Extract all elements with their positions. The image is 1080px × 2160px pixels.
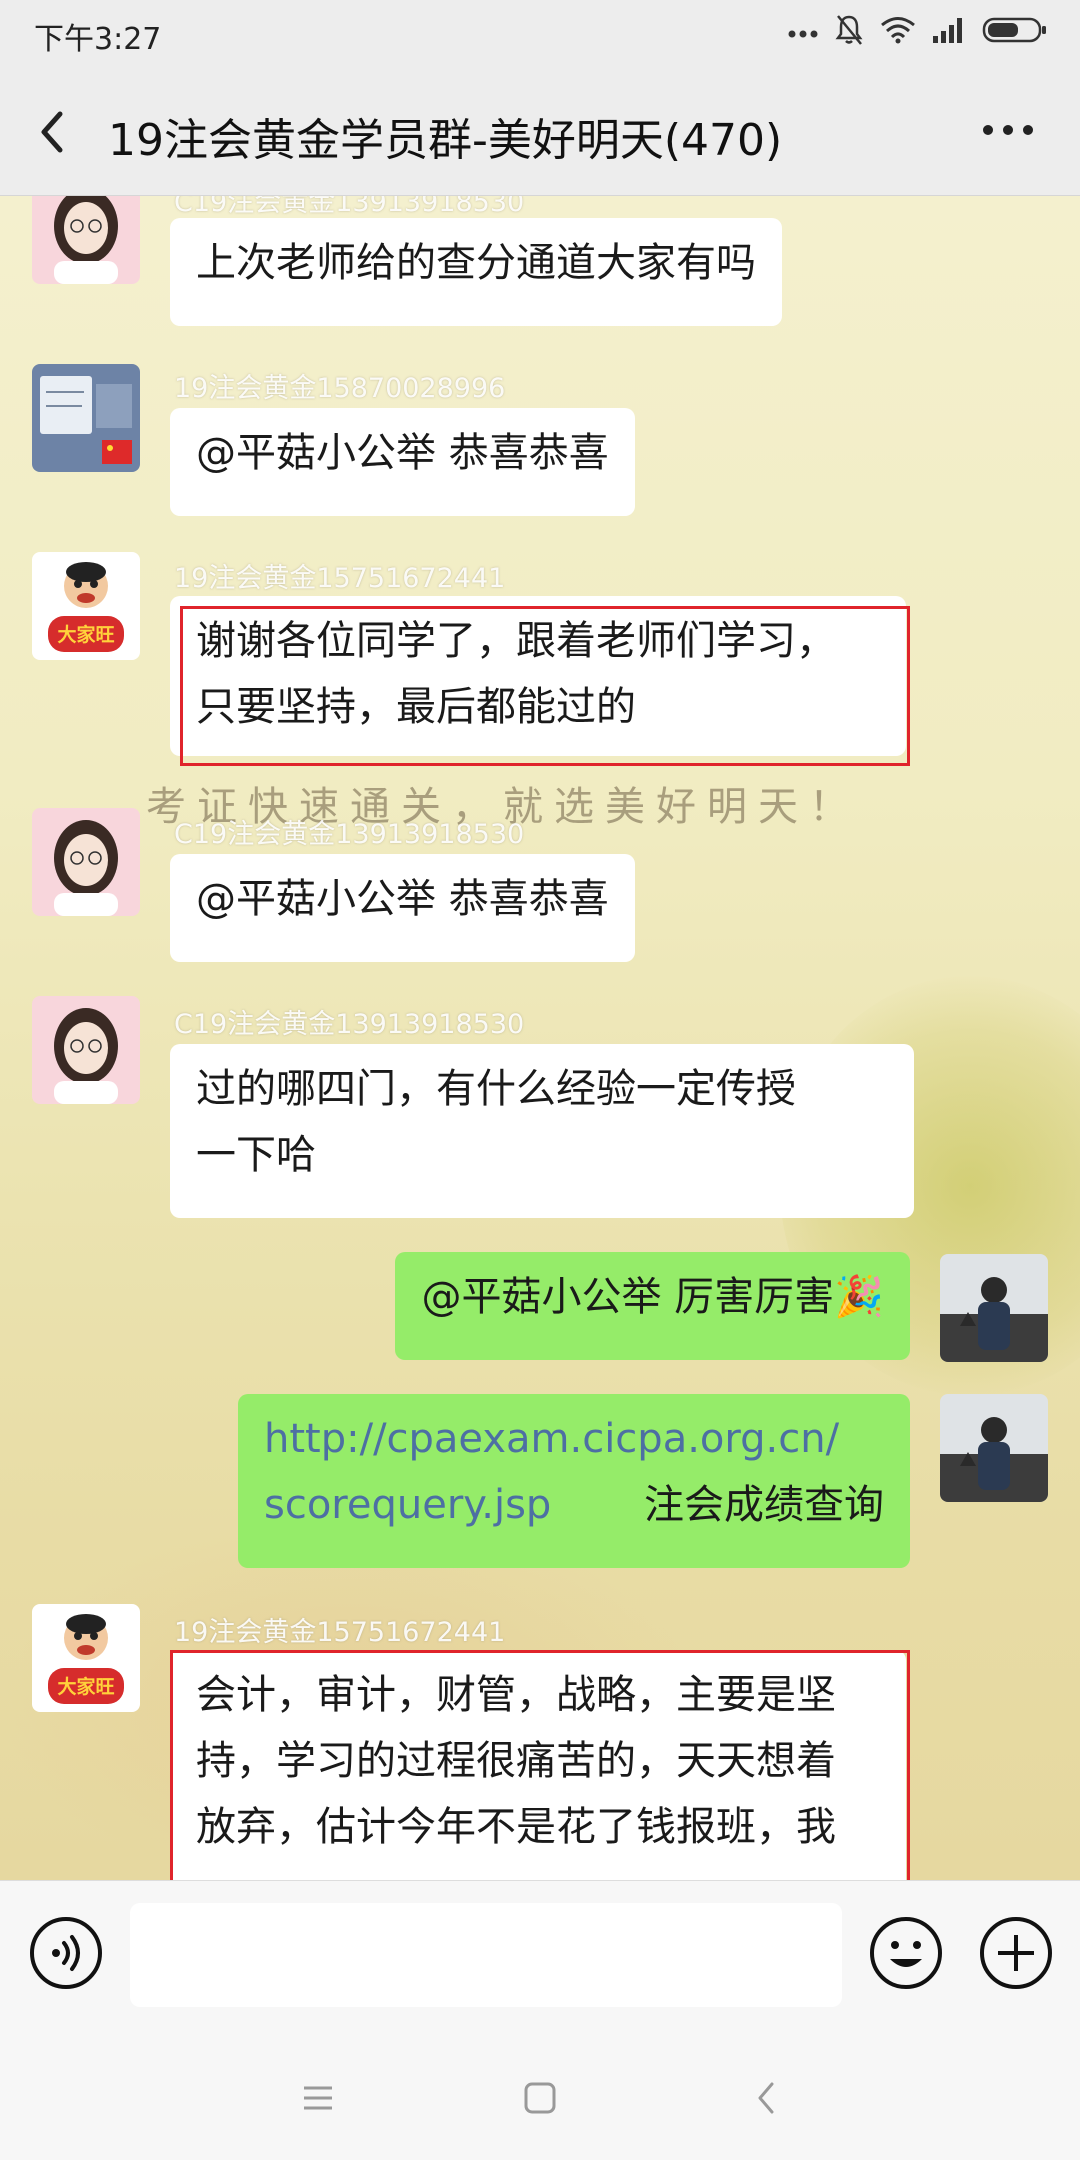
status-bar: 下午3:27 xyxy=(0,0,1080,66)
back-icon[interactable] xyxy=(744,2074,792,2122)
mute-bell-icon xyxy=(834,14,864,50)
svg-text:大家旺: 大家旺 xyxy=(57,623,114,646)
avatar-calendar[interactable] xyxy=(32,364,140,472)
chat-header: 19注会黄金学员群-美好明天(470) xyxy=(0,66,1080,196)
message-bubble[interactable]: @平菇小公举 恭喜恭喜 xyxy=(170,854,635,962)
link-url-line[interactable]: scorequery.jsp xyxy=(264,1472,551,1538)
link-url-line[interactable]: http://cpaexam.cicpa.org.cn/ xyxy=(264,1406,884,1472)
message-sender: C19注会黄金13913918530 xyxy=(174,1009,525,1040)
message-sender: 19注会黄金15870028996 xyxy=(174,373,506,404)
avatar-me[interactable] xyxy=(940,1394,1048,1502)
message-text-line: 过的哪四门，有什么经验一定传授 xyxy=(196,1066,796,1112)
message-input[interactable] xyxy=(130,1903,842,2007)
avatar-dajiawang[interactable]: 大家旺 xyxy=(32,1604,140,1712)
message-bubble[interactable]: 上次老师给的查分通道大家有吗 xyxy=(170,218,782,326)
message-sender: C19注会黄金13913918530 xyxy=(174,819,525,850)
wifi-icon xyxy=(880,16,916,48)
message-text-line: 上次老师给的查分通道大家有吗 xyxy=(196,240,756,286)
input-bar xyxy=(0,1880,1080,2030)
avatar-girl[interactable] xyxy=(32,808,140,916)
more-dots-icon xyxy=(788,23,818,42)
message-text-line: @平菇小公举 恭喜恭喜 xyxy=(196,430,609,476)
emoji-icon[interactable] xyxy=(868,1915,944,1991)
message-text-line: 一下哈 xyxy=(196,1132,316,1178)
plus-icon[interactable] xyxy=(978,1915,1054,1991)
status-icons xyxy=(788,14,1048,50)
message-sender: 19注会黄金15751672441 xyxy=(174,563,506,594)
home-icon[interactable] xyxy=(516,2074,564,2122)
message-sender: 19注会黄金15751672441 xyxy=(174,1617,506,1648)
signal-icon xyxy=(932,16,966,48)
status-time: 下午3:27 xyxy=(34,22,162,57)
avatar-girl[interactable] xyxy=(32,196,140,284)
message-text-line: @平菇小公举 恭喜恭喜 xyxy=(196,876,609,922)
system-nav-bar xyxy=(0,2030,1080,2160)
message-bubble-link[interactable]: http://cpaexam.cicpa.org.cn/ scorequery.… xyxy=(238,1394,910,1568)
avatar-me[interactable] xyxy=(940,1254,1048,1362)
message-text-line: @平菇小公举 厉害厉害🎉 xyxy=(421,1274,884,1320)
highlight-box xyxy=(180,606,910,766)
voice-icon[interactable] xyxy=(28,1915,104,1991)
back-chevron-icon[interactable] xyxy=(28,104,84,160)
highlight-box xyxy=(170,1650,910,1880)
message-sender: C19注会黄金13913918530 xyxy=(174,196,525,218)
chat-title: 19注会黄金学员群-美好明天(470) xyxy=(108,115,783,166)
message-bubble[interactable]: 过的哪四门，有什么经验一定传授 一下哈 xyxy=(170,1044,914,1218)
link-caption: 注会成绩查询 xyxy=(644,1482,884,1528)
battery-icon xyxy=(982,16,1048,48)
svg-text:大家旺: 大家旺 xyxy=(57,1675,114,1698)
message-bubble-sent[interactable]: @平菇小公举 厉害厉害🎉 xyxy=(395,1252,910,1360)
avatar-girl[interactable] xyxy=(32,996,140,1104)
more-icon[interactable] xyxy=(976,110,1040,150)
chat-area[interactable]: 考证快速通关，就选美好明天！ C19注会黄金13913918530 上次老师给的… xyxy=(0,196,1080,1880)
menu-icon[interactable] xyxy=(294,2074,342,2122)
avatar-dajiawang[interactable]: 大家旺 xyxy=(32,552,140,660)
message-bubble[interactable]: @平菇小公举 恭喜恭喜 xyxy=(170,408,635,516)
